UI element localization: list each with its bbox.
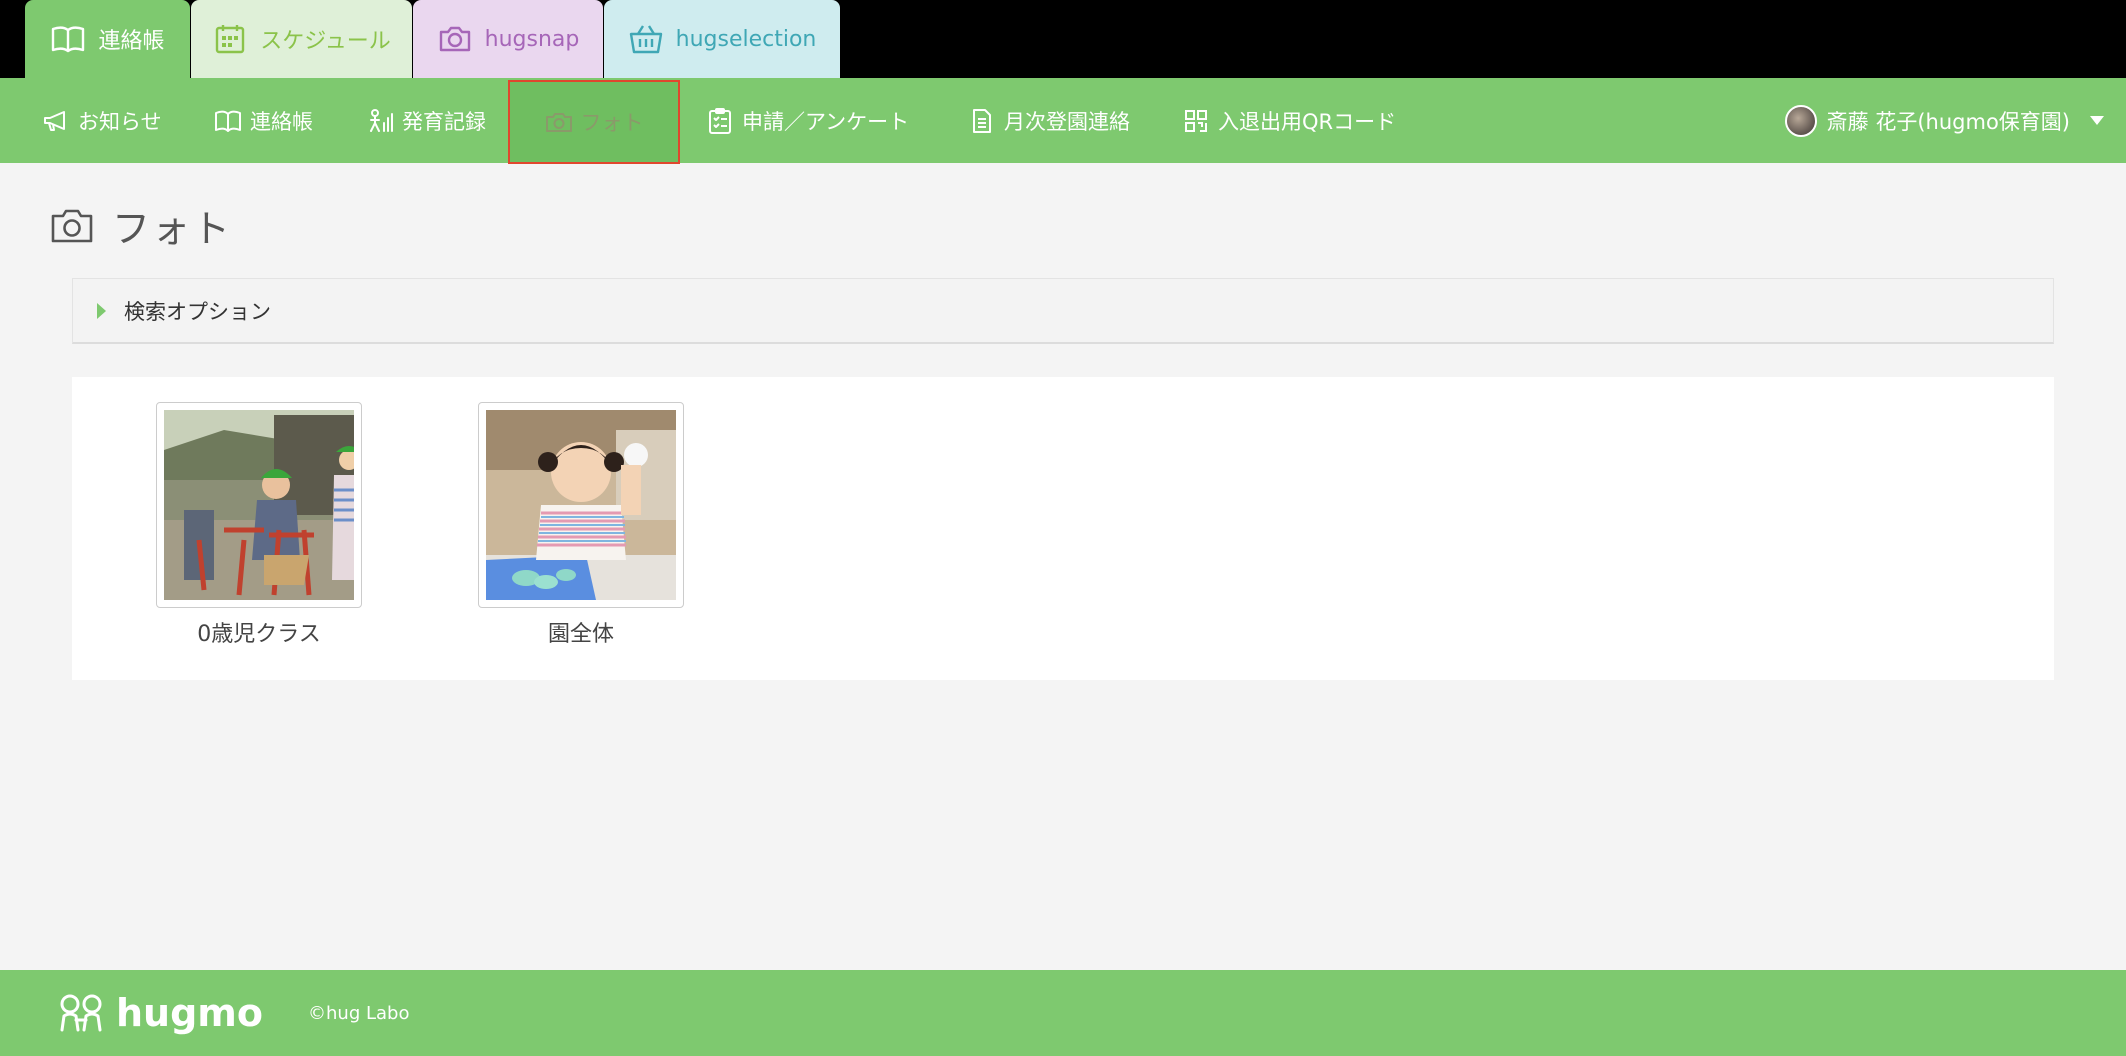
app-tab-label: hugselection [675,26,817,52]
triangle-right-icon [97,302,106,319]
camera-icon [51,209,93,243]
megaphone-icon [44,110,65,131]
app-tab-label: スケジュール [260,29,391,54]
footer-logo: hugmo [56,970,263,1056]
app-tab-hugselection[interactable]: hugselection [604,0,840,78]
nav-item-application[interactable]: 申請／アンケート [706,78,909,163]
footer-logo-text: hugmo [116,991,264,1035]
nav-item-label: 発育記録 [402,109,486,134]
growth-chart-icon [370,108,393,132]
nav-item-label: 申請／アンケート [742,109,910,134]
album-list: 0歳児クラス 園全体 [72,377,2054,680]
nav-item-renrakucho[interactable]: 連絡帳 [214,78,313,163]
calendar-icon [216,25,245,54]
album-thumbnail[interactable] [156,402,362,608]
app-tab-renrakucho[interactable]: 連絡帳 [25,0,190,78]
album-item[interactable]: 園全体 [478,402,684,648]
nav-item-label: 入退出用QRコード [1218,109,1397,134]
album-label: 0歳児クラス [197,622,321,647]
nav-item-monthly[interactable]: 月次登園連絡 [968,78,1130,163]
hugmo-logo-icon [60,994,102,1032]
app-tab-label: hugsnap [484,26,580,52]
user-name: 斎藤 花子(hugmo保育園) [1826,109,2070,134]
chevron-down-icon [2090,116,2104,125]
nav-item-label: 月次登園連絡 [1004,109,1130,134]
album-label: 園全体 [547,622,614,647]
qr-code-icon [1185,109,1207,132]
album-photo-children-playground [164,410,354,600]
nav-item-label: フォト [580,111,644,135]
document-icon [973,108,991,133]
album-item[interactable]: 0歳児クラス [156,402,362,648]
basket-icon [629,25,662,54]
app-tab-schedule[interactable]: スケジュール [191,0,412,78]
app-tab-bar: 連絡帳 スケジュール hugsnap hugselection [0,0,2126,78]
clipboard-icon [709,107,731,134]
camera-icon [439,26,470,52]
nav-item-qr[interactable]: 入退出用QRコード [1182,78,1396,163]
nav-item-news[interactable]: お知らせ [42,78,162,163]
copyright-text: ©hug Labo [308,1002,410,1024]
nav-item-label: 連絡帳 [250,109,313,134]
page-title-text: フォト [112,206,233,251]
nav-item-photo[interactable]: フォト [508,80,680,164]
notebook-icon [52,26,85,53]
nav-item-growth[interactable]: 発育記録 [366,78,486,163]
avatar [1784,104,1817,137]
user-menu[interactable]: 斎藤 花子(hugmo保育園) [1784,78,2104,163]
page-title: フォト [50,200,233,251]
footer: hugmo ©hug Labo [0,970,2126,1056]
app-tab-label: 連絡帳 [98,29,165,54]
album-thumbnail[interactable] [478,402,684,608]
search-options-toggle[interactable]: 検索オプション [72,278,2054,344]
camera-icon [545,113,572,132]
notebook-icon [215,110,241,132]
app-tab-hugsnap[interactable]: hugsnap [413,0,603,78]
album-photo-child-playing-clay [486,410,676,600]
search-options-label: 検索オプション [124,299,271,324]
nav-item-label: お知らせ [78,109,162,134]
